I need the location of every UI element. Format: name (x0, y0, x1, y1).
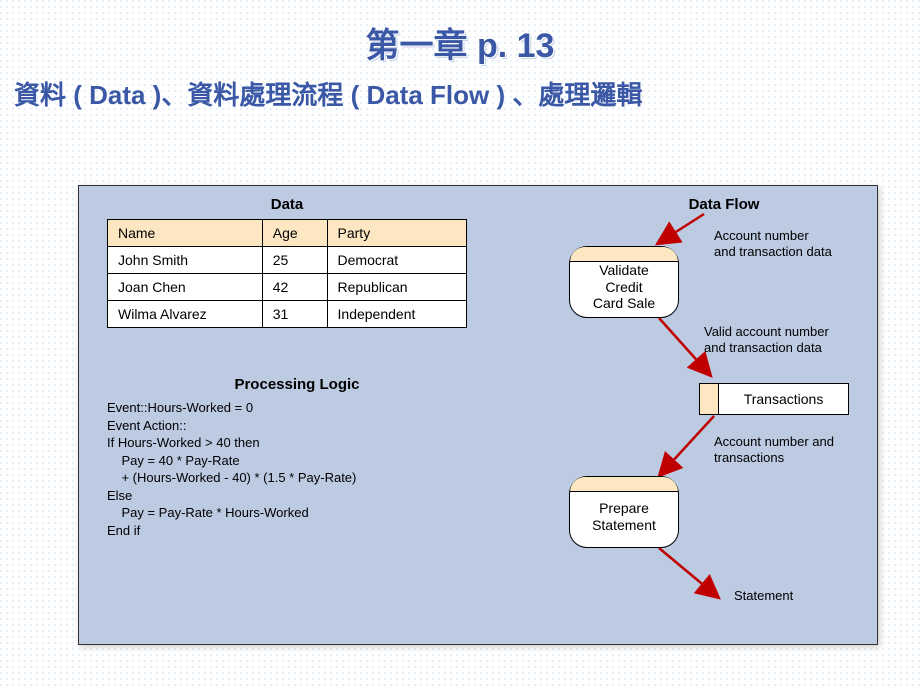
logic-section: Processing Logic Event::Hours-Worked = 0… (107, 376, 487, 539)
data-section: Data Name Age Party John Smith 25 Democr… (107, 196, 467, 328)
table-row: John Smith 25 Democrat (108, 247, 467, 274)
flow-label-in2: Account number and transactions (714, 434, 834, 465)
flow-heading: Data Flow (589, 196, 859, 213)
data-heading: Data (107, 196, 467, 213)
flow-label-mid: Valid account number and transaction dat… (704, 324, 829, 355)
flow-label-in1: Account number and transaction data (714, 228, 832, 259)
process-validate: Validate Credit Card Sale (569, 246, 679, 318)
logic-heading: Processing Logic (107, 376, 487, 393)
diagram-panel: Data Name Age Party John Smith 25 Democr… (78, 185, 878, 645)
table-row: Wilma Alvarez 31 Independent (108, 301, 467, 328)
page-subtitle: 資料 ( Data )、資料處理流程 ( Data Flow ) 、處理邏輯 (14, 75, 906, 112)
flow-label-out: Statement (734, 588, 793, 604)
table-header-row: Name Age Party (108, 220, 467, 247)
process-prepare: Prepare Statement (569, 476, 679, 548)
data-table: Name Age Party John Smith 25 Democrat Jo… (107, 219, 467, 328)
table-row: Joan Chen 42 Republican (108, 274, 467, 301)
page-title: 第一章 p. 13 (0, 18, 920, 67)
col-age: Age (262, 220, 327, 247)
logic-code: Event::Hours-Worked = 0 Event Action:: I… (107, 399, 487, 539)
col-name: Name (108, 220, 263, 247)
col-party: Party (327, 220, 466, 247)
datastore-transactions: Transactions (699, 383, 849, 415)
flow-section: Data Flow Validate Credit Card Sale Tran… (509, 196, 859, 626)
